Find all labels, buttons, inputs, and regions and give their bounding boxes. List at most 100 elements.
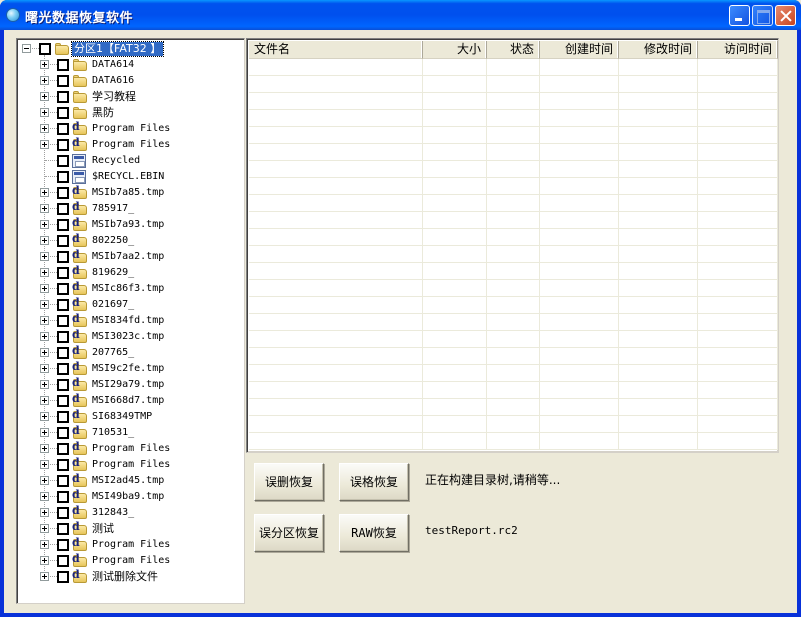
tree-node-label[interactable]: 710531_ bbox=[90, 426, 136, 440]
tree-checkbox[interactable] bbox=[57, 443, 69, 455]
expand-icon[interactable] bbox=[40, 60, 49, 69]
tree-node[interactable]: d 785917_ bbox=[17, 201, 244, 217]
tree-node[interactable]: Recycled bbox=[17, 153, 244, 169]
expand-icon[interactable] bbox=[40, 284, 49, 293]
tree-checkbox[interactable] bbox=[57, 123, 69, 135]
expand-icon[interactable] bbox=[40, 556, 49, 565]
tree-checkbox[interactable] bbox=[57, 379, 69, 391]
tree-checkbox[interactable] bbox=[57, 75, 69, 87]
tree-checkbox[interactable] bbox=[57, 395, 69, 407]
expand-icon[interactable] bbox=[40, 236, 49, 245]
expand-icon[interactable] bbox=[40, 540, 49, 549]
column-header-3[interactable]: 创建时间 bbox=[540, 41, 619, 59]
tree-node-label[interactable]: 802250_ bbox=[90, 234, 136, 248]
tree-node-label[interactable]: MSI3023c.tmp bbox=[90, 330, 166, 344]
tree-node-label[interactable]: 测试 bbox=[90, 522, 116, 536]
expand-icon[interactable] bbox=[40, 220, 49, 229]
expand-icon[interactable] bbox=[40, 572, 49, 581]
undelete-recovery-button[interactable]: 误删恢复 bbox=[254, 463, 324, 501]
column-header-1[interactable]: 大小 bbox=[423, 41, 487, 59]
expand-icon[interactable] bbox=[40, 76, 49, 85]
expand-icon[interactable] bbox=[40, 524, 49, 533]
tree-checkbox[interactable] bbox=[57, 299, 69, 311]
tree-node-label[interactable]: MSI49ba9.tmp bbox=[90, 490, 166, 504]
tree-node[interactable]: d MSI2ad45.tmp bbox=[17, 473, 244, 489]
tree-node-label[interactable]: 黑防 bbox=[90, 106, 116, 120]
minimize-button[interactable] bbox=[729, 5, 750, 26]
tree-node-label[interactable]: Program Files bbox=[90, 122, 172, 136]
expand-icon[interactable] bbox=[40, 444, 49, 453]
tree-checkbox[interactable] bbox=[57, 315, 69, 327]
tree-checkbox[interactable] bbox=[57, 59, 69, 71]
tree-node-label[interactable]: MSI9c2fe.tmp bbox=[90, 362, 166, 376]
tree-checkbox[interactable] bbox=[57, 539, 69, 551]
expand-icon[interactable] bbox=[40, 348, 49, 357]
tree-node[interactable]: d MSI9c2fe.tmp bbox=[17, 361, 244, 377]
tree-checkbox[interactable] bbox=[57, 491, 69, 503]
tree-node-label[interactable]: Program Files bbox=[90, 138, 172, 152]
tree-node-label[interactable]: MSIc86f3.tmp bbox=[90, 282, 166, 296]
tree-node-label[interactable]: Program Files bbox=[90, 442, 172, 456]
tree-checkbox[interactable] bbox=[57, 507, 69, 519]
expand-icon[interactable] bbox=[40, 204, 49, 213]
tree-checkbox[interactable] bbox=[57, 411, 69, 423]
tree-node[interactable]: d MSI834fd.tmp bbox=[17, 313, 244, 329]
tree-node[interactable]: d MSIc86f3.tmp bbox=[17, 281, 244, 297]
tree-checkbox[interactable] bbox=[39, 43, 51, 55]
tree-node-label[interactable]: Recycled bbox=[90, 154, 142, 168]
tree-checkbox[interactable] bbox=[57, 331, 69, 343]
tree-node[interactable]: d Program Files bbox=[17, 457, 244, 473]
tree-node[interactable]: d MSIb7a85.tmp bbox=[17, 185, 244, 201]
expand-icon[interactable] bbox=[40, 364, 49, 373]
expand-icon[interactable] bbox=[40, 332, 49, 341]
tree-checkbox[interactable] bbox=[57, 107, 69, 119]
tree-node-root[interactable]: 分区1【FAT32 】 bbox=[17, 41, 244, 57]
tree-checkbox[interactable] bbox=[57, 219, 69, 231]
tree-node-label[interactable]: 785917_ bbox=[90, 202, 136, 216]
expand-icon[interactable] bbox=[40, 268, 49, 277]
expand-icon[interactable] bbox=[40, 428, 49, 437]
directory-tree[interactable]: 分区1【FAT32 】 DATA614 DATA616 学习教程 黑防 d Program … bbox=[16, 38, 245, 604]
tree-node-label[interactable]: MSI668d7.tmp bbox=[90, 394, 166, 408]
expand-icon[interactable] bbox=[40, 412, 49, 421]
expand-icon[interactable] bbox=[40, 508, 49, 517]
tree-node-label[interactable]: 分区1【FAT32 】 bbox=[70, 41, 165, 57]
tree-checkbox[interactable] bbox=[57, 283, 69, 295]
expand-icon[interactable] bbox=[40, 316, 49, 325]
tree-checkbox[interactable] bbox=[57, 363, 69, 375]
file-list-body[interactable] bbox=[249, 59, 778, 450]
expand-icon[interactable] bbox=[40, 396, 49, 405]
tree-node-label[interactable]: SI68349TMP bbox=[90, 410, 154, 424]
column-header-5[interactable]: 访问时间 bbox=[698, 41, 778, 59]
tree-node[interactable]: d 819629_ bbox=[17, 265, 244, 281]
tree-node[interactable]: d Program Files bbox=[17, 553, 244, 569]
tree-node[interactable]: d 207765_ bbox=[17, 345, 244, 361]
tree-node[interactable]: d 测试删除文件 bbox=[17, 569, 244, 585]
tree-node[interactable]: d 710531_ bbox=[17, 425, 244, 441]
expand-icon[interactable] bbox=[40, 140, 49, 149]
maximize-button[interactable] bbox=[752, 5, 773, 26]
tree-node[interactable]: d Program Files bbox=[17, 121, 244, 137]
tree-node[interactable]: DATA614 bbox=[17, 57, 244, 73]
expand-icon[interactable] bbox=[40, 300, 49, 309]
tree-checkbox[interactable] bbox=[57, 203, 69, 215]
tree-node-label[interactable]: MSIb7a85.tmp bbox=[90, 186, 166, 200]
tree-node[interactable]: d MSI49ba9.tmp bbox=[17, 489, 244, 505]
tree-node-label[interactable]: 819629_ bbox=[90, 266, 136, 280]
expand-icon[interactable] bbox=[40, 476, 49, 485]
tree-checkbox[interactable] bbox=[57, 187, 69, 199]
expand-icon[interactable] bbox=[40, 188, 49, 197]
tree-node-label[interactable]: DATA616 bbox=[90, 74, 136, 88]
expand-icon[interactable] bbox=[40, 460, 49, 469]
tree-node-label[interactable]: 207765_ bbox=[90, 346, 136, 360]
unformat-recovery-button[interactable]: 误格恢复 bbox=[339, 463, 409, 501]
tree-checkbox[interactable] bbox=[57, 475, 69, 487]
tree-node[interactable]: d SI68349TMP bbox=[17, 409, 244, 425]
raw-recovery-button[interactable]: RAW恢复 bbox=[339, 514, 409, 552]
tree-node[interactable]: d MSI3023c.tmp bbox=[17, 329, 244, 345]
tree-checkbox[interactable] bbox=[57, 459, 69, 471]
close-button[interactable] bbox=[775, 5, 796, 26]
tree-node[interactable]: d MSI668d7.tmp bbox=[17, 393, 244, 409]
expand-icon[interactable] bbox=[40, 108, 49, 117]
expand-icon[interactable] bbox=[40, 252, 49, 261]
